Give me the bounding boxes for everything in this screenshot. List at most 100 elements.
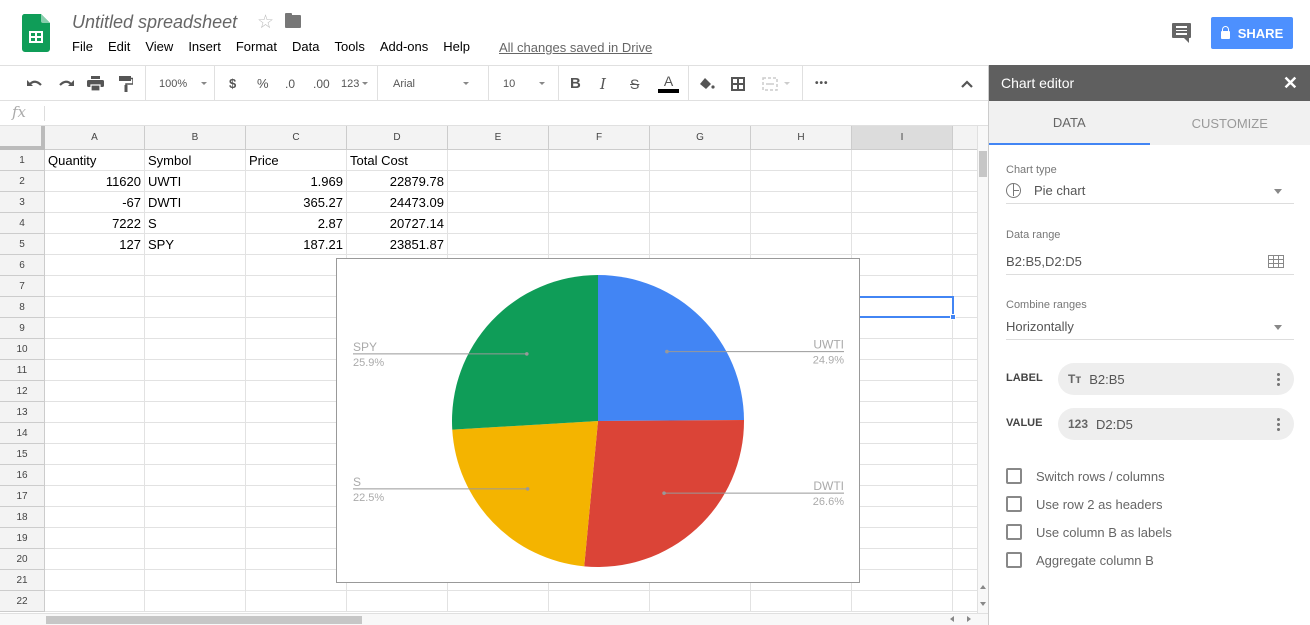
pie-slice-s[interactable] (452, 421, 598, 567)
share-button[interactable]: SHARE (1211, 17, 1293, 49)
cell[interactable]: 20727.14 (347, 213, 448, 234)
menu-view[interactable]: View (145, 39, 173, 54)
cell[interactable] (448, 171, 549, 192)
pie-slice-uwti[interactable] (598, 275, 744, 421)
label-series-chip[interactable]: Tт B2:B5 (1058, 363, 1294, 395)
cell[interactable]: SPY (145, 234, 246, 255)
cell[interactable]: 1.969 (246, 171, 347, 192)
scroll-right-arrow-icon[interactable] (967, 616, 971, 622)
cell[interactable] (953, 528, 978, 549)
cell[interactable]: 7222 (45, 213, 145, 234)
cell[interactable]: Quantity (45, 150, 145, 171)
cell[interactable] (953, 297, 978, 318)
cell[interactable] (650, 234, 751, 255)
cell[interactable] (852, 213, 953, 234)
cell[interactable] (246, 423, 347, 444)
row-header-20[interactable]: 20 (0, 549, 45, 570)
cell[interactable] (953, 570, 978, 591)
menu-data[interactable]: Data (292, 39, 319, 54)
currency-button[interactable]: $ (229, 66, 236, 101)
cell[interactable]: 23851.87 (347, 234, 448, 255)
cell[interactable] (852, 318, 953, 339)
row-header-7[interactable]: 7 (0, 276, 45, 297)
horizontal-scrollbar[interactable] (0, 613, 988, 625)
row-header-9[interactable]: 9 (0, 318, 45, 339)
cell[interactable] (45, 402, 145, 423)
cell[interactable] (751, 171, 852, 192)
cell[interactable] (448, 150, 549, 171)
cell[interactable] (953, 276, 978, 297)
cell[interactable] (145, 528, 246, 549)
cell[interactable] (852, 150, 953, 171)
row-header-16[interactable]: 16 (0, 465, 45, 486)
cell[interactable]: 365.27 (246, 192, 347, 213)
row-header-3[interactable]: 3 (0, 192, 45, 213)
row-header-4[interactable]: 4 (0, 213, 45, 234)
pie-slice-spy[interactable] (452, 275, 598, 430)
zoom-select[interactable]: 100% (159, 66, 208, 101)
cell[interactable] (751, 192, 852, 213)
cell[interactable] (45, 423, 145, 444)
cell[interactable] (45, 486, 145, 507)
cell[interactable] (145, 444, 246, 465)
cell[interactable] (145, 255, 246, 276)
cell[interactable] (246, 255, 347, 276)
cell[interactable] (145, 549, 246, 570)
cell[interactable] (45, 276, 145, 297)
cell[interactable] (45, 297, 145, 318)
column-header-a[interactable]: A (45, 126, 145, 150)
chart-type-select[interactable]: Pie chart (1006, 178, 1294, 204)
cell[interactable] (953, 444, 978, 465)
column-header-h[interactable]: H (751, 126, 852, 150)
save-status-link[interactable]: All changes saved in Drive (499, 40, 652, 55)
cell[interactable] (852, 339, 953, 360)
cell[interactable] (852, 171, 953, 192)
checkbox[interactable] (1006, 468, 1022, 484)
cell[interactable] (246, 570, 347, 591)
cell[interactable] (953, 423, 978, 444)
cell[interactable] (246, 297, 347, 318)
cell[interactable] (953, 192, 978, 213)
grid-select-icon[interactable] (1268, 255, 1284, 268)
italic-button[interactable]: I (600, 66, 606, 101)
cell[interactable] (246, 444, 347, 465)
cell[interactable] (448, 192, 549, 213)
cell[interactable] (145, 318, 246, 339)
column-header-c[interactable]: C (246, 126, 347, 150)
column-header-e[interactable]: E (448, 126, 549, 150)
cell[interactable]: S (145, 213, 246, 234)
cell[interactable] (852, 486, 953, 507)
menu-insert[interactable]: Insert (188, 39, 221, 54)
cell[interactable] (45, 549, 145, 570)
fill-color-button[interactable] (699, 66, 715, 101)
cell[interactable] (852, 402, 953, 423)
cell[interactable]: 2.87 (246, 213, 347, 234)
cell[interactable] (448, 234, 549, 255)
cell[interactable] (549, 213, 650, 234)
font-size-select[interactable]: 10 (503, 66, 546, 101)
cell[interactable] (852, 255, 953, 276)
cell[interactable] (45, 570, 145, 591)
horizontal-scroll-thumb[interactable] (46, 616, 362, 624)
decrease-decimals-button[interactable]: .0 (285, 66, 295, 101)
cell[interactable] (953, 213, 978, 234)
checkbox[interactable] (1006, 524, 1022, 540)
cell[interactable] (45, 465, 145, 486)
cell[interactable] (852, 423, 953, 444)
menu-help[interactable]: Help (443, 39, 470, 54)
row-header-21[interactable]: 21 (0, 570, 45, 591)
checkbox-aggregate-column-b[interactable]: Aggregate column B (1006, 552, 1154, 568)
cell[interactable]: 127 (45, 234, 145, 255)
cell[interactable] (246, 528, 347, 549)
cell[interactable] (246, 591, 347, 612)
cell[interactable]: Price (246, 150, 347, 171)
cell[interactable] (953, 402, 978, 423)
paint-format-button[interactable] (119, 66, 133, 101)
increase-decimals-button[interactable]: .00 (313, 66, 330, 101)
cell[interactable] (448, 213, 549, 234)
cell[interactable] (246, 276, 347, 297)
row-header-15[interactable]: 15 (0, 444, 45, 465)
cell[interactable] (549, 192, 650, 213)
star-icon[interactable]: ☆ (257, 11, 274, 34)
cell[interactable] (145, 570, 246, 591)
